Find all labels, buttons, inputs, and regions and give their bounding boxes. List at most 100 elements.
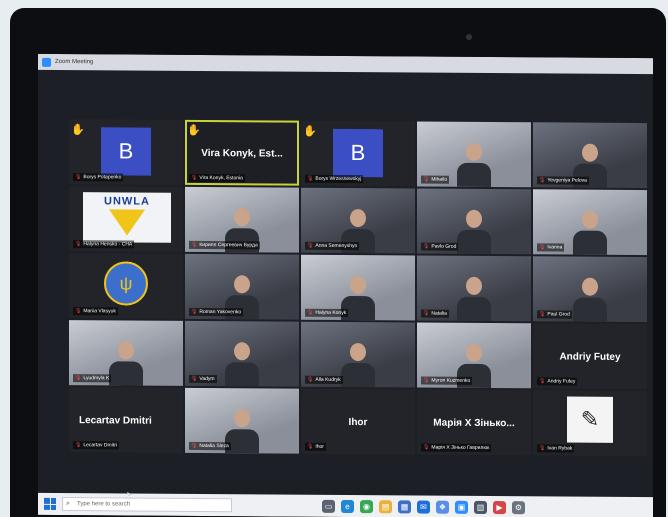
participant-video <box>341 343 375 388</box>
participant-name-label: 🎙 Ivanna <box>537 243 565 252</box>
participant-name-label: 🎙 Lecartav Dmitri <box>73 441 119 450</box>
mic-muted-icon: 🎙 <box>307 242 314 249</box>
mail-icon[interactable]: ✉ <box>417 499 430 514</box>
participant-tile[interactable]: 🎙 Myron Kuzmenko <box>417 322 531 389</box>
participant-name: Кирилл Сергеевич Бурда <box>199 241 258 249</box>
media-icon[interactable]: ▶ <box>493 500 506 514</box>
mic-muted-icon: 🎙 <box>191 241 198 248</box>
participant-avatar: B <box>101 127 151 176</box>
mic-muted-icon: 🎙 <box>423 243 430 250</box>
participant-name: Alla Kudryk <box>315 376 341 383</box>
participant-name-label: 🎙 Pavlo Grod <box>421 242 459 251</box>
participant-name: Halyna Hensko - CHA <box>83 241 133 248</box>
participant-name-label: 🎙 Borys Wrzesnewskyj <box>305 174 364 184</box>
participant-name-label: 🎙 Vadym <box>189 374 217 384</box>
participant-tile[interactable]: ✋ B 🎙 Borys Potapenko <box>69 119 183 185</box>
participant-tile[interactable]: 🎙 Mihailo <box>417 121 531 188</box>
participant-tile[interactable]: 🎙 Natalia <box>417 255 531 322</box>
participant-name-label: 🎙 Yevgeniya Pelova <box>537 176 589 185</box>
edge-icon[interactable]: e <box>341 499 354 513</box>
unwla-logo: UNWLA <box>83 192 171 243</box>
mic-muted-icon: 🎙 <box>423 310 430 317</box>
mic-muted-icon: 🎙 <box>539 311 546 318</box>
participant-name: Ivanna <box>547 244 563 251</box>
trident-emblem-icon: ψ <box>104 261 148 306</box>
participant-name-label: 🎙 Andriy Futey <box>537 377 578 386</box>
participant-name: Myron Kuzmenko <box>431 377 471 384</box>
participant-video <box>225 342 259 387</box>
store-icon[interactable]: ▦ <box>398 499 411 513</box>
raised-hand-icon: ✋ <box>303 125 317 138</box>
participant-tile[interactable]: ✋ B 🎙 Borys Wrzesnewskyj <box>301 120 415 187</box>
participant-tile[interactable]: 🎙 Anna Semenyshyn <box>301 187 415 254</box>
taskbar-search-input[interactable]: ⌕ Type here to search <box>62 497 232 513</box>
participant-name: Ihor <box>315 443 324 450</box>
participant-tile[interactable]: 🎙 Yevgeniya Pelova <box>533 122 647 189</box>
mic-muted-icon: 🎙 <box>423 377 430 384</box>
participant-tile[interactable]: 🎙 Roman Yakovenko <box>185 253 299 320</box>
participant-name: Vira Konyk, Estonia <box>199 174 243 182</box>
participant-name: Halyna Konyk <box>315 309 347 317</box>
calendar-icon[interactable]: ▥ <box>474 500 487 514</box>
participant-name: Pavlo Grod <box>431 243 457 250</box>
participant-display-name: Ihor <box>348 417 368 429</box>
participant-name-label: 🎙 Paul Grod <box>537 310 572 319</box>
participant-name-label: 🎙 Mihailo <box>421 175 450 184</box>
zoom-icon[interactable]: ▣ <box>455 500 468 514</box>
participant-tile[interactable]: 🎙 Ivanna <box>533 189 647 256</box>
participant-name: Natalia Sleza <box>199 442 229 450</box>
participant-tile[interactable]: 🎙 Vadym <box>185 320 299 387</box>
mic-muted-icon: 🎙 <box>191 174 198 181</box>
participant-name: Vadym <box>199 375 215 383</box>
gallery-view: ✋ B 🎙 Borys Potapenko ✋ Vira Konyk, Est... 🎙 Vi… <box>68 118 648 458</box>
participant-avatar: B <box>333 128 383 178</box>
participant-video <box>457 142 491 188</box>
participant-name-label: 🎙 Марія Х Зінько Гаврилюк <box>421 443 492 453</box>
participant-tile[interactable]: ψ 🎙 Mariia Vlasyuk <box>69 253 183 319</box>
participant-tile[interactable]: 🎙 Paul Grod <box>533 256 647 323</box>
participant-tile[interactable]: 🎙 Lyudmyla K <box>69 320 183 386</box>
participant-display-name: Lecartav Dmitri <box>79 415 152 427</box>
participant-name: Ivan Rybak <box>547 445 573 452</box>
participant-tile[interactable]: 🎙 Pavlo Grod <box>417 188 531 255</box>
mouse-cursor-icon: ➤ <box>126 490 133 499</box>
mic-muted-icon: 🎙 <box>539 177 546 184</box>
start-button[interactable] <box>44 497 56 510</box>
participant-name: Mariia Vlasyuk <box>83 308 116 315</box>
zoom-logo-icon <box>42 57 51 67</box>
participant-tile[interactable]: 🎙 Alla Kudryk <box>301 321 415 388</box>
chrome-icon[interactable]: ◉ <box>360 499 373 513</box>
participant-video <box>109 341 143 386</box>
mic-muted-icon: 🎙 <box>307 175 314 182</box>
search-icon: ⌕ <box>66 500 70 508</box>
screen: Zoom Meeting ✋ B 🎙 Borys Potapenko ✋ Vira Kon… <box>38 53 653 517</box>
participant-tile[interactable]: Марія Х Зінько... 🎙 Марія Х Зінько Гаврилю… <box>417 389 531 456</box>
participant-name-label: 🎙 Кирилл Сергеевич Бурда <box>189 240 260 250</box>
participant-video <box>457 209 491 255</box>
participant-name: Roman Yakovenko <box>199 308 242 316</box>
participant-name-label: 🎙 Ivan Rybak <box>537 444 575 453</box>
participant-name-label: 🎙 Alla Kudryk <box>305 375 343 384</box>
mic-muted-icon: 🎙 <box>191 308 198 315</box>
participant-video <box>573 210 607 255</box>
settings-icon[interactable]: ⚙ <box>512 500 525 514</box>
participant-tile[interactable]: Lecartav Dmitri 🎙 Lecartav Dmitri <box>69 387 183 453</box>
mic-muted-icon: 🎙 <box>307 309 314 316</box>
photos-icon[interactable]: ❖ <box>436 500 449 514</box>
explorer-icon[interactable]: ▤ <box>379 499 392 513</box>
participant-tile[interactable]: Ihor 🎙 Ihor <box>301 388 415 455</box>
participant-tile[interactable]: 🎙 Кирилл Сергеевич Бурда <box>185 186 299 253</box>
search-placeholder: Type here to search <box>77 501 131 508</box>
participant-tile[interactable]: ✋ Vira Konyk, Est... 🎙 Vira Konyk, Estonia <box>185 119 299 186</box>
participant-tile[interactable]: 🎙 Natalia Sleza <box>185 387 299 454</box>
participant-tile[interactable]: Andriy Futey 🎙 Andriy Futey <box>533 323 647 390</box>
mic-muted-icon: 🎙 <box>191 442 198 449</box>
participant-tile[interactable]: 🎙 Halyna Konyk <box>301 254 415 321</box>
task-view-icon[interactable]: ▭ <box>322 499 335 513</box>
participant-tile[interactable]: ✎ 🎙 Ivan Rybak <box>533 390 647 457</box>
taskbar-pinned-apps: ▭ e ◉ ▤ ▦ ✉ ❖ ▣ ▥ ▶ ⚙ <box>322 499 525 514</box>
participant-tile[interactable]: UNWLA 🎙 Halyna Hensko - CHA <box>69 186 183 252</box>
participant-name-label: 🎙 Anna Semenyshyn <box>305 241 360 251</box>
participant-name: Lyudmyla K <box>83 375 110 382</box>
mic-muted-icon: 🎙 <box>75 174 82 181</box>
